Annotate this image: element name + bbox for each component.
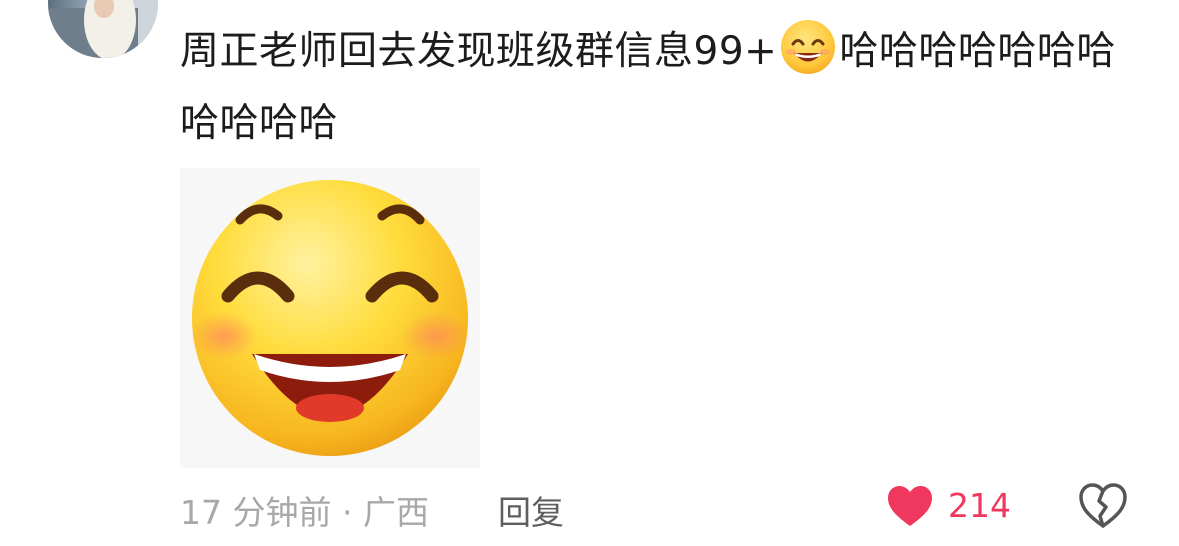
- like-count: 214: [948, 486, 1011, 525]
- comment-text: 周正老师回去发现班级群信息99+ 哈哈哈哈哈哈哈哈哈哈哈: [180, 16, 1140, 160]
- comment-text-part1: 周正老师回去发现班级群信息99+: [180, 29, 778, 74]
- laughing-face-sticker[interactable]: [180, 168, 480, 468]
- grinning-face-emoji-icon: [779, 18, 837, 76]
- broken-heart-icon[interactable]: [1078, 482, 1128, 534]
- user-avatar[interactable]: [48, 0, 158, 58]
- reply-button[interactable]: 回复: [498, 486, 564, 534]
- comment-meta-row: 17 分钟前 · 广西 回复 214: [180, 480, 1140, 536]
- comment-time-location: 17 分钟前 · 广西: [180, 493, 429, 532]
- heart-icon[interactable]: [886, 484, 934, 528]
